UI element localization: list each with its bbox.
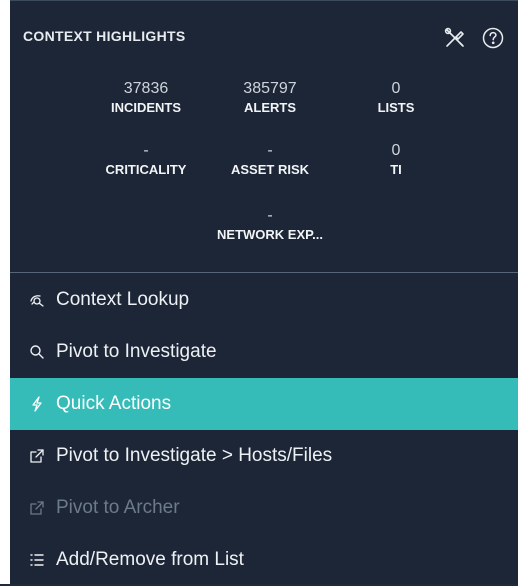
stat-value: - bbox=[267, 142, 273, 159]
stat-label: CRITICALITY bbox=[105, 162, 187, 177]
stat-label: ALERTS bbox=[244, 100, 296, 115]
context-menu: Context Lookup Pivot to Investigate Quic… bbox=[10, 274, 518, 586]
stat-label: NETWORK EXP... bbox=[217, 227, 323, 242]
panel-title: CONTEXT HIGHLIGHTS bbox=[23, 28, 186, 44]
panel-header: CONTEXT HIGHLIGHTS bbox=[10, 1, 518, 55]
stat-lists[interactable]: 0 LISTS bbox=[326, 79, 466, 117]
context-lookup-icon bbox=[28, 291, 46, 309]
stat-value: 0 bbox=[391, 142, 401, 159]
menu-item-label: Pivot to Investigate bbox=[56, 341, 217, 362]
menu-item-pivot-hosts-files[interactable]: Pivot to Investigate > Hosts/Files bbox=[10, 430, 518, 482]
menu-item-label: Add/Remove from List bbox=[56, 549, 244, 570]
search-icon bbox=[28, 343, 46, 361]
question-circle-icon[interactable] bbox=[482, 27, 504, 49]
stat-ti[interactable]: 0 TI bbox=[326, 141, 466, 179]
stat-value: 0 bbox=[391, 80, 401, 97]
stat-asset-risk[interactable]: - ASSET RISK bbox=[200, 141, 340, 179]
stat-label: INCIDENTS bbox=[110, 100, 182, 115]
stat-incidents[interactable]: 37836 INCIDENTS bbox=[76, 79, 216, 117]
stat-alerts[interactable]: 385797 ALERTS bbox=[200, 79, 340, 117]
menu-item-label: Pivot to Investigate > Hosts/Files bbox=[56, 445, 333, 466]
context-highlights-panel: CONTEXT HIGHLIGHTS 37836 INCIDENTS 38579… bbox=[10, 0, 518, 584]
menu-item-pivot-to-investigate[interactable]: Pivot to Investigate bbox=[10, 326, 518, 378]
menu-item-quick-actions[interactable]: Quick Actions bbox=[10, 378, 518, 430]
left-edge bbox=[0, 0, 10, 584]
stat-label: LISTS bbox=[377, 100, 415, 115]
menu-item-label: Context Lookup bbox=[56, 289, 190, 310]
menu-item-label: Pivot to Archer bbox=[56, 497, 180, 518]
stat-label: ASSET RISK bbox=[230, 162, 309, 177]
stat-criticality[interactable]: - CRITICALITY bbox=[76, 141, 216, 179]
lightning-icon bbox=[28, 395, 46, 413]
menu-item-pivot-to-archer: Pivot to Archer bbox=[10, 482, 518, 534]
stat-value: 385797 bbox=[243, 80, 297, 97]
menu-item-add-remove-list[interactable]: Add/Remove from List bbox=[10, 534, 518, 586]
divider bbox=[10, 272, 518, 273]
stat-value: - bbox=[267, 207, 273, 224]
wrench-screwdriver-icon[interactable] bbox=[443, 26, 467, 50]
stat-network-exposure[interactable]: - NETWORK EXP... bbox=[200, 206, 340, 244]
external-link-icon bbox=[28, 499, 46, 517]
menu-item-context-lookup[interactable]: Context Lookup bbox=[10, 274, 518, 326]
external-link-icon bbox=[28, 447, 46, 465]
stat-value: - bbox=[143, 142, 149, 159]
list-icon bbox=[28, 551, 46, 569]
menu-item-label: Quick Actions bbox=[56, 393, 172, 414]
stat-value: 37836 bbox=[123, 80, 169, 97]
stat-label: TI bbox=[390, 162, 402, 177]
